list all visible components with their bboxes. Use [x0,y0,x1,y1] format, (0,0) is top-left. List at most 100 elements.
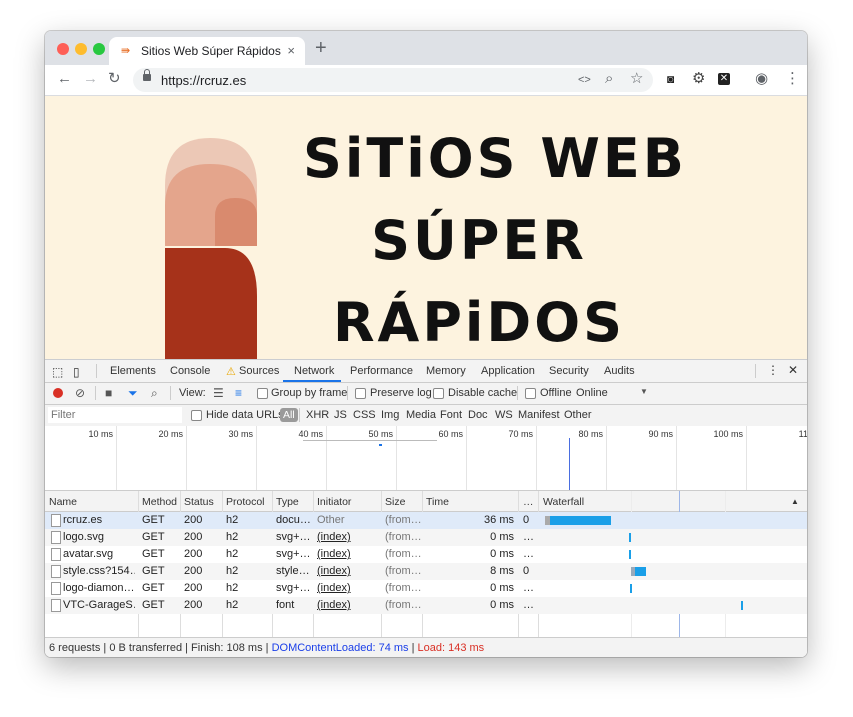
col-protocol[interactable]: Protocol [226,496,265,508]
tab-audits[interactable]: Audits [604,365,635,377]
code-icon[interactable]: <> [578,72,591,88]
cell-initiator[interactable]: (index) [317,548,379,560]
filter-type-doc[interactable]: Doc [468,409,488,421]
col-more[interactable]: … [523,496,534,508]
browser-tab[interactable]: ⇛ Sitios Web Súper Rápidos × [109,37,305,65]
tab-security[interactable]: Security [549,365,589,377]
large-rows-icon[interactable]: ☰ [213,386,224,400]
hide-data-urls-checkbox[interactable] [191,410,202,421]
cell-initiator[interactable]: (index) [317,531,379,543]
filter-type-ws[interactable]: WS [495,409,513,421]
close-devtools-icon[interactable]: ✕ [788,363,798,377]
overview-gridline [186,426,187,490]
group-by-frame-label: Group by frame [271,387,348,399]
maximize-window-button[interactable] [93,43,105,55]
overview-tick-label: 100 ms [713,429,743,439]
table-row[interactable]: avatar.svg GET 200 h2 svg+… (index) (from… 0 ms… [45,546,807,563]
col-time[interactable]: Time [426,496,449,508]
overview-icon[interactable]: ≡ [235,386,242,400]
address-bar[interactable]: https://rcruz.es <> ⌕ ☆ [133,68,653,92]
x-extension-icon[interactable]: ✕ [718,73,730,85]
table-row[interactable]: logo-diamon… GET 200 h2 svg+… (index) (from… 0 … [45,580,807,597]
menu-icon[interactable]: ⋮ [785,71,800,87]
overview-gridline [256,426,257,490]
tab-network[interactable]: Network [294,365,334,377]
search-icon[interactable]: ⌕ [151,386,158,401]
close-tab-icon[interactable]: × [287,43,295,58]
offline-checkbox[interactable] [525,388,536,399]
sort-up-icon[interactable]: ▲ [791,497,799,506]
tab-application[interactable]: Application [481,365,535,377]
filter-type-all[interactable]: All [280,408,298,422]
minimize-window-button[interactable] [75,43,87,55]
filter-type-manifest[interactable]: Manifest [518,409,560,421]
screenshot-icon[interactable]: ■ [105,386,112,400]
close-window-button[interactable] [57,43,69,55]
cell-initiator[interactable]: (index) [317,599,379,611]
filter-type-css[interactable]: CSS [353,409,376,421]
network-overview[interactable]: 10 ms 20 ms 30 ms 40 ms 50 ms 60 ms 70 ms 80 ms… [45,426,807,491]
col-waterfall[interactable]: Waterfall [543,496,584,508]
preserve-log-checkbox[interactable] [355,388,366,399]
filter-type-media[interactable]: Media [406,409,436,421]
device-toolbar-icon[interactable]: ▯ [73,365,80,379]
filter-type-other[interactable]: Other [564,409,592,421]
tab-elements[interactable]: Elements [110,365,156,377]
waterfall-bar [741,601,743,610]
cell-name: rcruz.es [63,514,103,526]
table-row[interactable]: logo.svg GET 200 h2 svg+… (index) (from… 0 ms… [45,529,807,546]
zoom-icon[interactable]: ⌕ [605,71,613,87]
disable-cache-checkbox[interactable] [433,388,444,399]
clear-icon[interactable]: ⊘ [75,386,85,400]
lock-icon [143,69,151,81]
filter-type-font[interactable]: Font [440,409,462,421]
inspect-element-icon[interactable]: ⬚ [52,365,63,379]
col-method[interactable]: Method [142,496,177,508]
cell-extra: … [523,599,534,611]
filter-type-img[interactable]: Img [381,409,399,421]
cell-type: svg+… [276,582,311,594]
record-icon[interactable] [53,388,63,398]
col-size[interactable]: Size [385,496,405,508]
gear-icon[interactable]: ⚙ [692,71,705,87]
tab-sources[interactable]: Sources [239,365,279,377]
star-icon[interactable]: ☆ [630,71,643,87]
col-name[interactable]: Name [49,496,77,508]
overview-tick-label: 90 ms [648,429,673,439]
chevron-down-icon[interactable]: ▼ [640,387,648,396]
cell-type: style… [276,565,310,577]
tab-memory[interactable]: Memory [426,365,466,377]
group-by-frame-checkbox[interactable] [257,388,268,399]
cell-size: (from… [385,599,421,611]
back-icon[interactable]: ← [57,71,72,87]
cell-initiator[interactable]: (index) [317,582,379,594]
table-row[interactable]: VTC-GarageS… GET 200 h2 font (index) (from… 0 m… [45,597,807,614]
hero-line-2: SÚPER [371,209,587,272]
filter-icon[interactable]: ⏷ [128,386,138,401]
file-icon [51,582,61,595]
cell-extra: … [523,531,534,543]
overview-tick-label: 30 ms [228,429,253,439]
forward-icon[interactable]: → [83,71,98,87]
throttle-select[interactable]: Online [576,387,608,399]
filter-type-js[interactable]: JS [334,409,347,421]
devtools-menu-icon[interactable]: ⋮ [767,363,779,377]
tab-console[interactable]: Console [170,365,210,377]
col-initiator[interactable]: Initiator [317,496,351,508]
reload-icon[interactable]: ↻ [108,71,121,87]
cell-initiator[interactable]: (index) [317,565,379,577]
account-icon[interactable]: ◉ [755,71,768,87]
filter-type-xhr[interactable]: XHR [306,409,329,421]
overview-gridline [396,426,397,490]
table-row[interactable]: style.css?154… GET 200 h2 style… (index) (from… [45,563,807,580]
table-row[interactable]: rcruz.es GET 200 h2 docu… Other (from… 36 ms 0 [45,512,807,529]
cell-extra: … [523,582,534,594]
file-icon [51,599,61,612]
new-tab-button[interactable]: + [315,38,327,58]
incognito-icon[interactable]: ◙ [667,71,674,87]
col-status[interactable]: Status [184,496,214,508]
tab-performance[interactable]: Performance [350,365,413,377]
col-type[interactable]: Type [276,496,299,508]
hero-line-1: SiTiOS WEB [303,127,687,190]
filter-input[interactable] [48,407,182,423]
